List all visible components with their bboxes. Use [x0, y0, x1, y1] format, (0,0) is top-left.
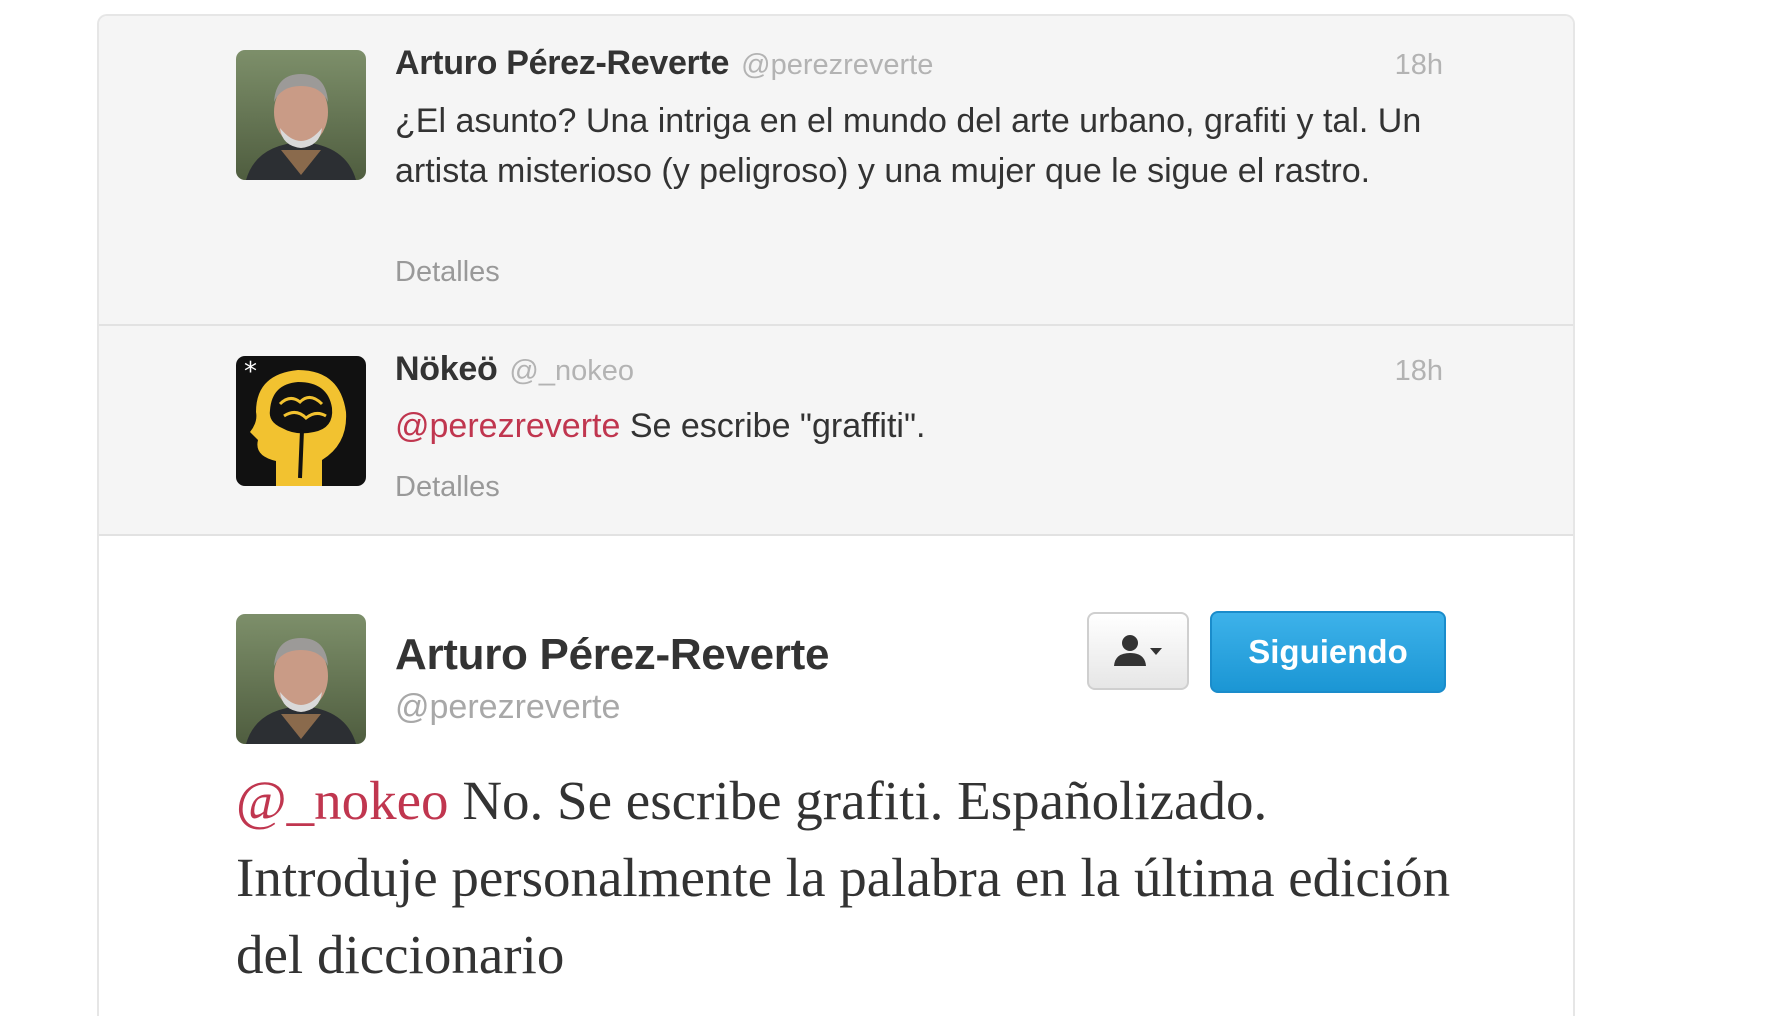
avatar-nokeo[interactable]: * — [236, 356, 366, 486]
tweet-header: Nökeö @_nokeo 18h — [395, 350, 1443, 394]
author-handle[interactable]: @perezreverte — [741, 49, 933, 82]
person-dropdown-icon — [1114, 635, 1162, 666]
author-handle[interactable]: @perezreverte — [395, 688, 620, 727]
timestamp[interactable]: 18h — [1395, 355, 1443, 388]
tweet-text: ¿El asunto? Una intriga en el mundo del … — [395, 102, 1422, 190]
tweet-body: Se escribe "graffiti". — [620, 407, 926, 445]
timeline: Arturo Pérez-Reverte @perezreverte 18h ¿… — [97, 14, 1575, 1016]
details-link[interactable]: Detalles — [395, 471, 500, 504]
mention-link[interactable]: @_nokeo — [236, 770, 449, 831]
tweet-header: Arturo Pérez-Reverte @perezreverte 18h — [395, 44, 1443, 88]
avatar-perezreverte[interactable] — [236, 614, 366, 744]
author-handle[interactable]: @_nokeo — [509, 355, 634, 388]
user-actions-button[interactable] — [1087, 612, 1189, 690]
tweet-text: @_nokeo No. Se escribe grafiti. Españoli… — [236, 762, 1456, 993]
tweet-text: @perezreverte Se escribe "graffiti". — [395, 401, 1435, 451]
author-name[interactable]: Arturo Pérez-Reverte — [395, 44, 729, 83]
following-button[interactable]: Siguiendo — [1210, 611, 1446, 693]
tweet[interactable]: Arturo Pérez-Reverte @perezreverte 18h ¿… — [99, 16, 1573, 326]
avatar-perezreverte[interactable] — [236, 50, 366, 180]
tweet[interactable]: * Nökeö @_nokeo 18h @perezreverte Se esc… — [99, 326, 1573, 536]
author-name[interactable]: Arturo Pérez-Reverte — [395, 630, 829, 680]
details-link[interactable]: Detalles — [395, 256, 500, 289]
svg-text:*: * — [244, 357, 257, 387]
mention-link[interactable]: @perezreverte — [395, 407, 620, 445]
timestamp[interactable]: 18h — [1395, 49, 1443, 82]
author-name[interactable]: Nökeö — [395, 350, 498, 389]
expanded-tweet: Arturo Pérez-Reverte @perezreverte Sigui… — [99, 536, 1573, 1016]
